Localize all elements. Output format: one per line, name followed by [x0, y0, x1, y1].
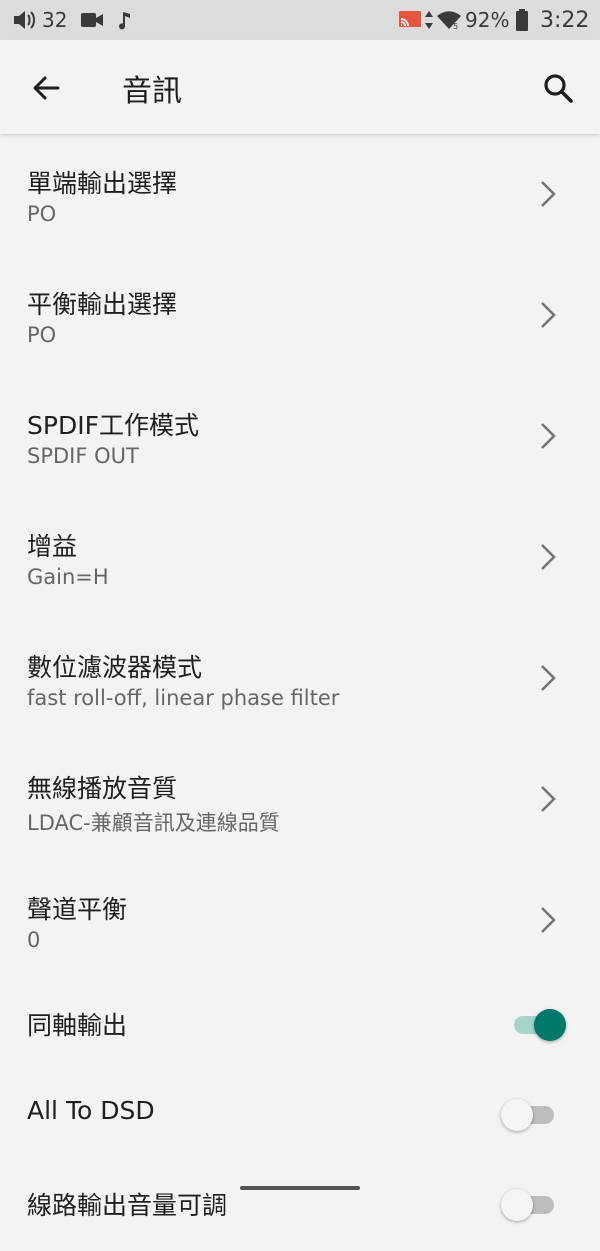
setting-summary: fast roll-off, linear phase filter — [27, 686, 340, 710]
chevron-right-icon — [541, 544, 556, 570]
setting-summary: 0 — [27, 928, 41, 952]
setting-title: 同軸輸出 — [27, 1011, 128, 1040]
chevron-right-icon — [541, 181, 556, 207]
switch-thumb — [501, 1189, 533, 1221]
line-out-volume-switch[interactable] — [500, 1185, 568, 1225]
setting-title: 線路輸出音量可調 — [27, 1191, 228, 1220]
settings-list: 單端輸出選擇 PO 平衡輸出選擇 PO SPDIF工作模式 SPDIF OUT … — [0, 134, 600, 1251]
setting-title: 平衡輸出選擇 — [27, 290, 178, 319]
setting-summary: PO — [27, 323, 57, 347]
search-button[interactable] — [540, 70, 576, 106]
switch-thumb — [534, 1009, 566, 1041]
app-bar: 音訊 — [0, 40, 600, 134]
search-icon — [544, 74, 573, 103]
wifi-icon: 5 — [437, 11, 461, 30]
setting-line-out-volume[interactable]: 線路輸出音量可調 — [0, 1161, 600, 1251]
status-bar: 32 5 92% 3:22 — [0, 0, 600, 40]
setting-digital-filter[interactable]: 數位濾波器模式 fast roll-off, linear phase filt… — [0, 618, 600, 739]
battery-percent: 92% — [465, 8, 510, 32]
clock: 3:22 — [540, 7, 590, 33]
setting-single-ended-output[interactable]: 單端輸出選擇 PO — [0, 134, 600, 255]
cast-icon — [399, 11, 421, 27]
setting-title: SPDIF工作模式 — [27, 411, 199, 440]
setting-spdif-mode[interactable]: SPDIF工作模式 SPDIF OUT — [0, 376, 600, 497]
setting-title: 聲道平衡 — [27, 895, 128, 924]
setting-summary: PO — [27, 202, 57, 226]
setting-title: 增益 — [27, 532, 78, 561]
setting-title: All To DSD — [27, 1096, 155, 1125]
setting-balanced-output[interactable]: 平衡輸出選擇 PO — [0, 255, 600, 376]
gesture-nav-bar[interactable] — [240, 1186, 360, 1190]
chevron-right-icon — [541, 665, 556, 691]
chevron-right-icon — [541, 423, 556, 449]
setting-wireless-quality[interactable]: 無線播放音質 LDAC-兼顧音訊及連線品質 — [0, 739, 600, 860]
setting-title: 無線播放音質 — [27, 774, 178, 803]
back-button[interactable] — [28, 70, 64, 106]
battery-icon — [516, 9, 528, 31]
chevron-right-icon — [541, 786, 556, 812]
video-icon — [81, 13, 103, 27]
setting-summary: LDAC-兼顧音訊及連線品質 — [27, 811, 280, 835]
page-title: 音訊 — [122, 74, 182, 109]
switch-thumb — [501, 1099, 533, 1131]
setting-title: 數位濾波器模式 — [27, 653, 203, 682]
coaxial-output-switch[interactable] — [500, 1005, 568, 1045]
all-to-dsd-switch[interactable] — [500, 1095, 568, 1135]
volume-icon — [14, 11, 35, 29]
setting-summary: Gain=H — [27, 565, 109, 589]
setting-summary: SPDIF OUT — [27, 444, 139, 468]
setting-title: 單端輸出選擇 — [27, 169, 178, 198]
chevron-right-icon — [541, 907, 556, 933]
setting-coaxial-output[interactable]: 同軸輸出 — [0, 981, 600, 1071]
setting-all-to-dsd[interactable]: All To DSD — [0, 1071, 600, 1161]
arrow-back-icon — [33, 76, 60, 100]
volume-indicator: 32 — [12, 0, 67, 40]
svg-text:5: 5 — [453, 22, 458, 30]
setting-channel-balance[interactable]: 聲道平衡 0 — [0, 860, 600, 981]
data-arrows-icon — [425, 11, 433, 29]
music-note-icon — [119, 12, 130, 30]
setting-gain[interactable]: 增益 Gain=H — [0, 497, 600, 618]
chevron-right-icon — [541, 302, 556, 328]
volume-level: 32 — [42, 8, 68, 32]
